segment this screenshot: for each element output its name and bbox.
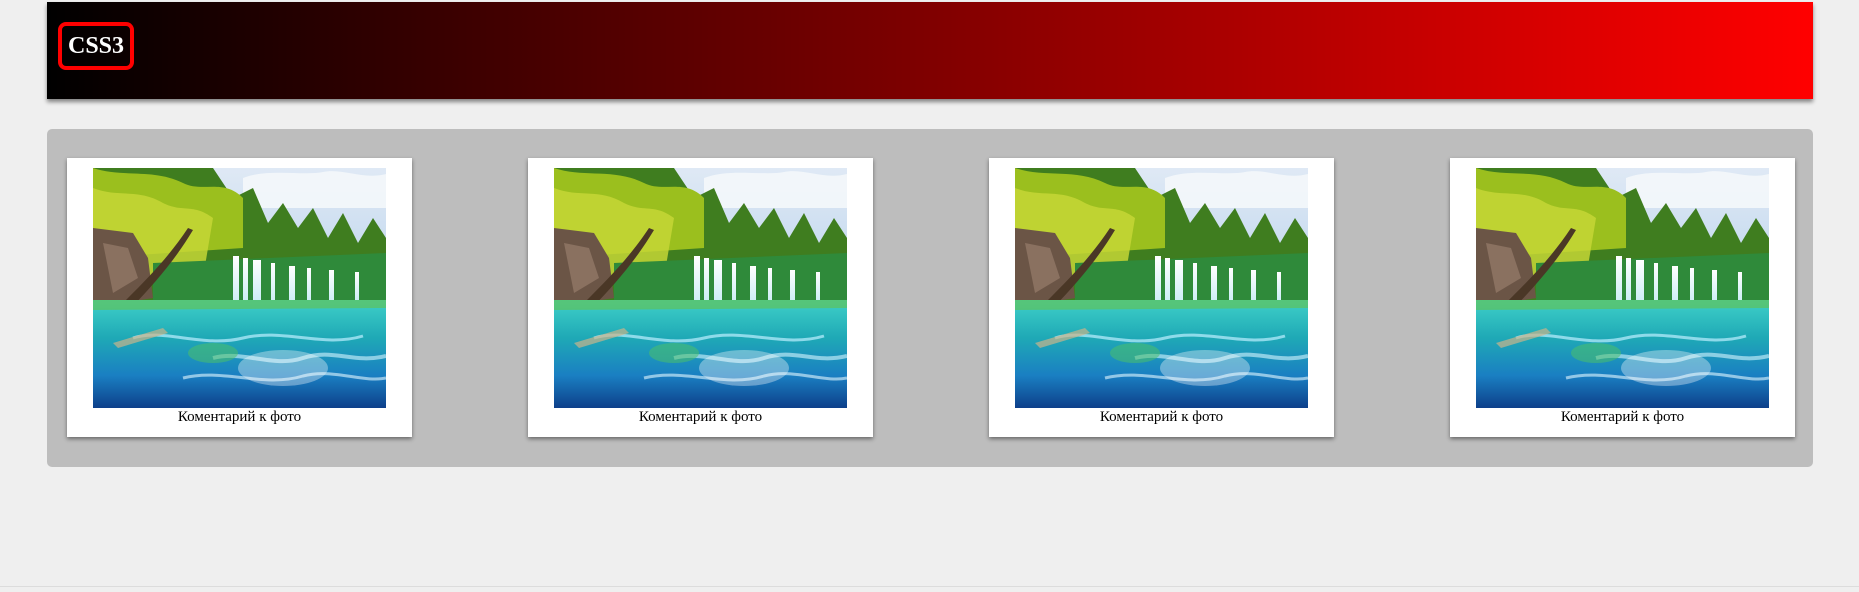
photo-caption: Коментарий к фото bbox=[1099, 409, 1224, 425]
photo-gallery: Коментарий к фото Коментарий к фото Коме… bbox=[47, 129, 1813, 467]
gallery-card[interactable]: Коментарий к фото bbox=[67, 158, 412, 437]
logo[interactable]: CSS3 bbox=[58, 22, 134, 70]
gallery-photo[interactable] bbox=[554, 168, 847, 408]
gallery-card[interactable]: Коментарий к фото bbox=[1450, 158, 1795, 437]
gallery-card[interactable]: Коментарий к фото bbox=[989, 158, 1334, 437]
photo-caption: Коментарий к фото bbox=[1560, 409, 1685, 425]
gallery-photo[interactable] bbox=[93, 168, 386, 408]
photo-caption: Коментарий к фото bbox=[177, 409, 302, 425]
logo-text: CSS3 bbox=[67, 33, 125, 59]
gallery-card[interactable]: Коментарий к фото bbox=[528, 158, 873, 437]
gallery-photo[interactable] bbox=[1015, 168, 1308, 408]
page-header: CSS3 bbox=[47, 2, 1813, 99]
gallery-photo[interactable] bbox=[1476, 168, 1769, 408]
page-bottom-border bbox=[0, 586, 1859, 587]
photo-caption: Коментарий к фото bbox=[638, 409, 763, 425]
